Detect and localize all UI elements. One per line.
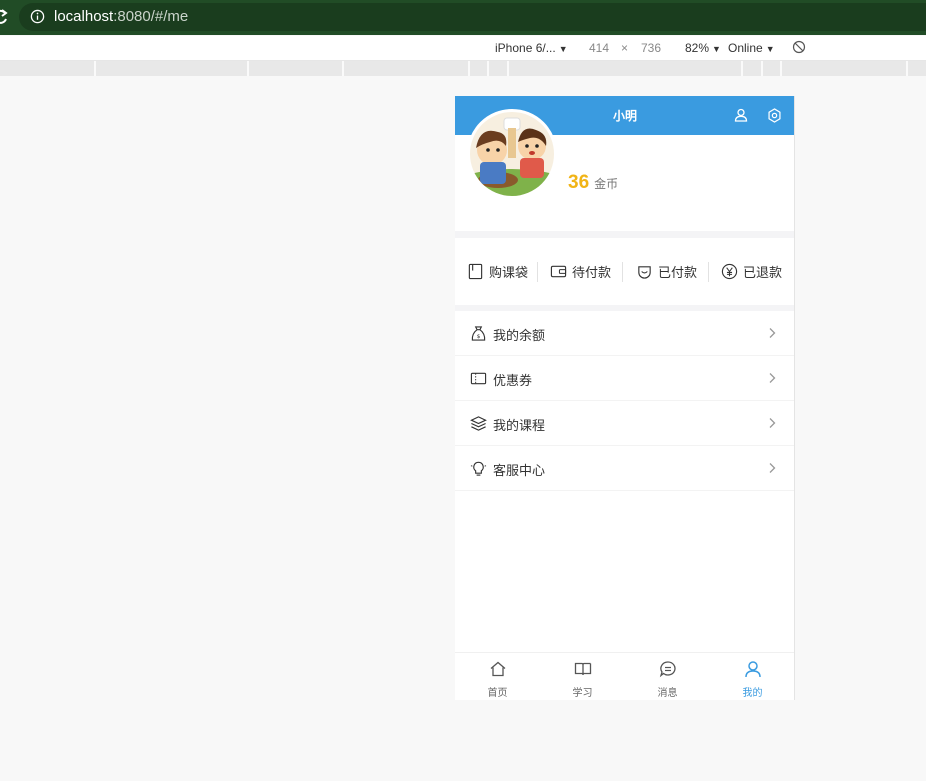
dimension-separator: × [621,41,629,55]
browser-address-bar: localhost:8080/#/me [0,0,926,35]
caret-down-icon: ▼ [765,44,775,54]
ruler-divider [507,61,509,76]
menu-item-label: 我的余额 [493,329,546,344]
menu-item-balance[interactable]: $ 我的余额 [455,311,794,356]
paid-icon [638,266,651,279]
tab-me[interactable]: 我的 [710,653,794,700]
order-status-bar: 购课袋 待付款 已付款 已退款 [455,238,794,305]
url-text[interactable]: localhost:8080/#/me [54,8,188,25]
device-name: iPhone 6/... [495,41,556,55]
tab-home[interactable]: 首页 [455,653,540,700]
chevron-right-icon [769,418,776,428]
reload-icon [0,9,8,24]
divider [708,262,709,282]
divider [537,262,538,282]
lightbulb-icon [470,461,487,476]
info-icon[interactable] [30,9,45,24]
yen-circle-icon [721,263,738,280]
order-item-label: 待付款 [572,266,612,281]
order-item-label: 已退款 [743,266,783,281]
ticket-icon [470,372,487,385]
tab-messages[interactable]: 消息 [625,653,710,700]
coin-balance: 36 金币 [568,172,618,194]
order-item-unpaid[interactable]: 待付款 [550,238,611,305]
ruler-divider [761,61,763,76]
ruler-divider [487,61,489,76]
tab-label: 我的 [742,688,763,699]
network-select[interactable]: Online ▼ [728,41,775,55]
ruler-divider [741,61,743,76]
money-bag-icon: $ [471,326,486,341]
media-query-ruler [0,61,926,76]
device-width[interactable]: 414 [589,41,609,55]
ruler-divider [906,61,908,76]
book-icon [468,263,483,280]
chevron-right-icon [769,328,776,338]
device-height[interactable]: 736 [641,41,661,55]
menu-item-label: 我的课程 [493,419,546,434]
user-icon[interactable] [734,108,748,122]
profile-section: 36 金币 [455,109,794,231]
coin-unit: 金币 [594,177,619,191]
tab-study[interactable]: 学习 [540,653,625,700]
caret-down-icon: ▼ [712,44,721,54]
open-book-icon [574,662,592,676]
ruler-divider [247,61,249,76]
menu-item-customer-service[interactable]: 客服中心 [455,446,794,491]
order-item-refunded[interactable]: 已退款 [721,238,782,305]
chevron-right-icon [769,373,776,383]
ruler-divider [780,61,782,76]
tab-label: 首页 [487,688,508,699]
url-host: localhost [54,8,114,25]
reload-button[interactable] [0,8,8,26]
divider [622,262,623,282]
network-value: Online [728,41,763,55]
gear-icon[interactable] [767,108,782,123]
order-item-paid[interactable]: 已付款 [636,238,697,305]
rotate-icon[interactable] [792,40,806,54]
menu-item-label: 优惠券 [493,374,533,389]
menu-list: $ 我的余额 优惠券 我的课程 客服中心 [455,311,794,700]
order-item-label: 已付款 [658,266,698,281]
device-select[interactable]: iPhone 6/... ▼ [495,41,568,55]
url-path: :8080/#/me [113,8,189,25]
ruler-divider [94,61,96,76]
bottom-tab-bar: 首页 学习 消息 我的 [455,652,794,700]
avatar[interactable] [467,109,557,199]
svg-text:$: $ [477,334,481,340]
wallet-icon [550,265,567,278]
tab-label: 学习 [572,688,593,699]
coin-count: 36 [568,172,590,193]
zoom-select[interactable]: 82% ▼ [685,41,721,55]
order-item-label: 购课袋 [489,266,529,281]
stack-icon [470,416,487,431]
device-toolbar: iPhone 6/... ▼ 414 × 736 82% ▼ Online ▼ [0,36,926,61]
phone-viewport: 小明 36 金币 购课袋 待付款 已付款 已退款 $ 我的余额 优惠券 我的课程… [455,96,795,700]
zoom-value: 82% [685,41,710,55]
menu-item-label: 客服中心 [493,464,546,479]
ruler-divider [342,61,344,76]
avatar-image [470,112,554,196]
chevron-right-icon [769,463,776,473]
caret-down-icon: ▼ [558,44,568,54]
tab-label: 消息 [657,688,678,699]
ruler-divider [468,61,470,76]
person-icon [745,661,761,678]
menu-item-coupons[interactable]: 优惠券 [455,356,794,401]
home-icon [490,661,506,677]
menu-item-courses[interactable]: 我的课程 [455,401,794,446]
order-item-cart[interactable]: 购课袋 [467,238,528,305]
chat-icon [659,661,676,678]
